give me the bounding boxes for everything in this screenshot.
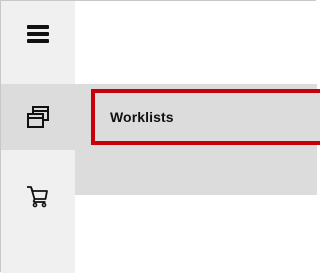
sidebar-item-worklists[interactable] <box>1 84 75 150</box>
sidebar-item-cart[interactable] <box>1 150 75 242</box>
worklists-stack-icon <box>27 106 49 128</box>
shopping-cart-icon <box>27 186 48 208</box>
hamburger-menu-icon <box>27 25 49 43</box>
flyout-item-worklists[interactable]: Worklists <box>91 89 320 145</box>
menu-button[interactable] <box>1 1 75 67</box>
flyout-item-label: Worklists <box>110 109 174 125</box>
